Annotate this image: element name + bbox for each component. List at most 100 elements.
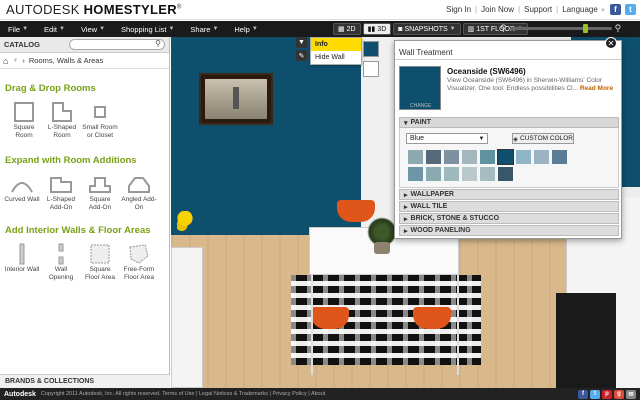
interior-wall-item[interactable]: Interior Wall	[4, 242, 40, 282]
menu-file[interactable]: File ▼	[0, 25, 36, 34]
paint-swatch[interactable]	[534, 150, 549, 164]
chevron-down-icon[interactable]: ▼	[12, 58, 18, 64]
paint-swatch[interactable]	[462, 150, 477, 164]
wall-tile-accordion[interactable]: ▸ WALL TILE	[399, 201, 619, 212]
paint-bucket-icon[interactable]: ▼	[296, 37, 307, 48]
email-icon[interactable]: ✉	[626, 389, 636, 399]
selected-wall[interactable]	[171, 37, 361, 235]
menu-view[interactable]: View ▼	[73, 25, 113, 34]
orange-chair[interactable]	[337, 200, 375, 222]
expand-icon: ▸	[404, 227, 408, 235]
change-label[interactable]: CHANGE	[410, 103, 431, 109]
brand-logo[interactable]: AUTODESK HOMESTYLER®	[6, 2, 182, 17]
palette-icon: ◈	[513, 135, 519, 143]
paint-accordion[interactable]: ▾ PAINT	[399, 117, 619, 128]
twitter-icon[interactable]: t	[590, 389, 600, 399]
menu-edit[interactable]: Edit ▼	[36, 25, 73, 34]
language-label: Language	[562, 5, 598, 14]
menu-shopping-list[interactable]: Shopping List ▼	[113, 25, 182, 34]
paint-swatch[interactable]	[552, 150, 567, 164]
language-dropdown[interactable]: Language ▼	[562, 5, 606, 14]
paint-swatch[interactable]	[497, 149, 514, 165]
paint-swatch[interactable]	[480, 150, 495, 164]
dark-furniture[interactable]	[556, 293, 616, 388]
expand-icon: ▸	[404, 215, 408, 223]
snapshots-button[interactable]: ◙ SNAPSHOTS ▼	[393, 23, 461, 35]
small-room-item[interactable]: Small Room or Closet	[82, 100, 118, 140]
square-room-item[interactable]: Square Room	[6, 100, 42, 140]
brick-stone-stucco-accordion[interactable]: ▸ BRICK, STONE & STUCCO	[399, 213, 619, 224]
paint-swatch[interactable]	[498, 167, 513, 181]
home-icon[interactable]: ⌂	[3, 56, 8, 66]
view-buttons: ▦2D ▮▮3D ◙SNAPSHOTS▼ ▥1ST FLOOR▼	[333, 23, 528, 35]
orange-chair[interactable]	[311, 307, 349, 329]
cube-icon: ▮▮	[367, 26, 376, 33]
breadcrumb-current[interactable]: Rooms, Walls & Areas	[29, 56, 103, 65]
menu-help[interactable]: Help ▼	[226, 25, 265, 34]
footer-logo[interactable]: Autodesk	[4, 391, 36, 398]
section-interior-walls: Add Interior Walls & Floor Areas Interio…	[0, 225, 170, 282]
paint-swatch[interactable]	[444, 150, 459, 164]
paint-filter-select[interactable]: Blue ▼	[406, 133, 488, 144]
flower-vase[interactable]	[177, 211, 193, 235]
square-floor-area-item[interactable]: Square Floor Area	[82, 242, 118, 282]
close-icon[interactable]: ✕	[605, 37, 617, 49]
wood-paneling-accordion[interactable]: ▸ WOOD PANELING	[399, 225, 619, 236]
square-addon-item[interactable]: Square Add-On	[82, 172, 118, 212]
footer-legal-text[interactable]: Copyright 2011 Autodesk, Inc. All rights…	[41, 391, 325, 397]
catalog-panel: CATALOG ⚲ ⌂ ▼ › Rooms, Walls & Areas Dra…	[0, 37, 170, 388]
read-more-link[interactable]: Read More	[580, 85, 613, 92]
view-3d-button[interactable]: ▮▮ 3D	[362, 23, 392, 35]
brush-icon[interactable]: ✎	[296, 50, 307, 61]
applied-swatch-oceanside[interactable]	[363, 41, 379, 57]
wall-painting[interactable]	[199, 73, 273, 125]
paint-swatch[interactable]	[408, 150, 423, 164]
divider: |	[556, 5, 559, 14]
l-shaped-room-item[interactable]: L-Shaped Room	[44, 100, 80, 140]
breadcrumb-separator: ›	[22, 56, 25, 65]
paint-swatch[interactable]	[408, 167, 423, 181]
menu-share[interactable]: Share ▼	[182, 25, 226, 34]
section-room-additions: Expand with Room Additions Curved Wall L…	[0, 155, 170, 212]
paint-swatch[interactable]	[444, 167, 459, 181]
orange-chair[interactable]	[413, 307, 451, 329]
zoom-in-icon[interactable]: ⚲	[615, 23, 622, 34]
paint-swatch[interactable]	[516, 150, 531, 164]
applied-swatch-white[interactable]	[363, 61, 379, 77]
white-sofa[interactable]	[171, 247, 203, 388]
paint-swatch[interactable]	[426, 150, 441, 164]
l-shaped-addon-item[interactable]: L-Shaped Add-On	[43, 172, 79, 212]
view-2d-button[interactable]: ▦ 2D	[333, 23, 361, 35]
context-info[interactable]: Info	[311, 38, 361, 51]
custom-color-button[interactable]: ◈ CUSTOM COLOR	[512, 133, 574, 144]
facebook-icon[interactable]: f	[578, 389, 588, 399]
custom-color-label: CUSTOM COLOR	[520, 135, 573, 142]
curved-wall-item[interactable]: Curved Wall	[4, 172, 40, 212]
pinterest-icon[interactable]: p	[602, 389, 612, 399]
item-label: Free-Form Floor Area	[123, 266, 155, 281]
paint-swatch[interactable]	[480, 167, 495, 181]
free-form-floor-area-item[interactable]: Free-Form Floor Area	[121, 242, 157, 282]
brands-collections-tab[interactable]: BRANDS & COLLECTIONS	[0, 374, 170, 388]
catalog-search-input[interactable]	[70, 42, 150, 51]
paint-swatch[interactable]	[426, 167, 441, 181]
google-plus-icon[interactable]: g	[614, 389, 624, 399]
small-room-thumbnail	[86, 100, 114, 124]
facebook-icon[interactable]: f	[610, 4, 621, 15]
menu-help-label: Help	[234, 24, 250, 34]
angled-addon-item[interactable]: Angled Add-On	[121, 172, 157, 212]
twitter-icon[interactable]: t	[625, 4, 636, 15]
wall-opening-item[interactable]: Wall Opening	[43, 242, 79, 282]
zoom-out-icon[interactable]: ⚲	[500, 23, 507, 34]
wallpaper-accordion[interactable]: ▸ WALLPAPER	[399, 189, 619, 200]
paint-swatch[interactable]	[462, 167, 477, 181]
zoom-slider[interactable]	[509, 24, 612, 33]
join-now-link[interactable]: Join Now	[481, 5, 514, 14]
zoom-slider-thumb[interactable]	[583, 24, 589, 33]
color-preview[interactable]: CHANGE	[399, 66, 441, 110]
chevron-down-icon: ▼	[168, 26, 175, 32]
support-link[interactable]: Support	[524, 5, 552, 14]
context-hide-wall[interactable]: Hide Wall	[311, 51, 361, 64]
search-icon[interactable]: ⚲	[155, 39, 161, 48]
sign-in-link[interactable]: Sign In	[446, 5, 471, 14]
